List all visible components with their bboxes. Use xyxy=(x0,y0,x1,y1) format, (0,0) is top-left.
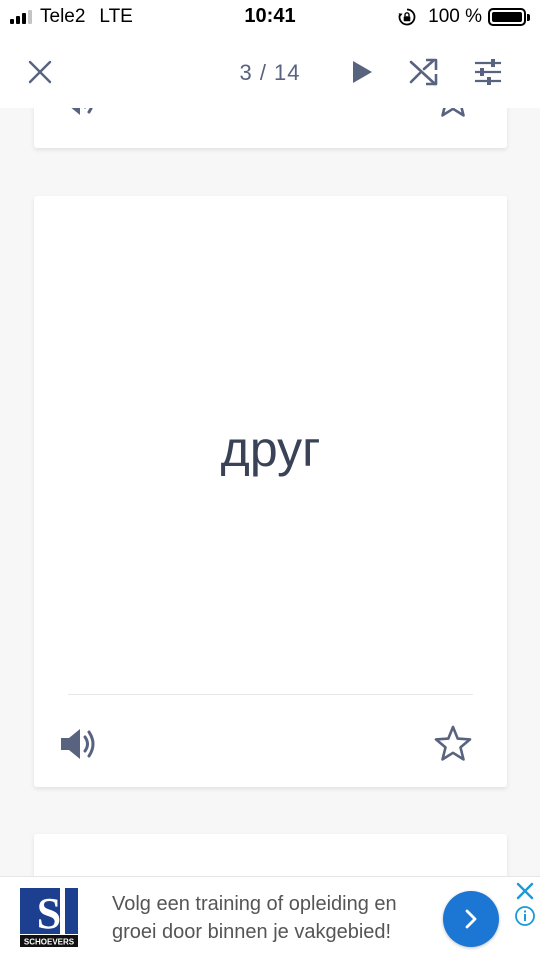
play-button[interactable] xyxy=(344,54,380,90)
battery-percent: 100 % xyxy=(428,6,482,27)
logo-brand: SCHOEVERS xyxy=(24,938,75,947)
speaker-icon[interactable] xyxy=(58,724,98,764)
card-divider xyxy=(68,694,473,695)
settings-sliders-icon xyxy=(475,59,501,85)
ad-info-icon[interactable] xyxy=(514,905,536,927)
chevron-right-icon xyxy=(465,909,477,929)
battery-icon xyxy=(488,8,530,26)
flashcard[interactable]: друг xyxy=(34,196,507,787)
settings-button[interactable] xyxy=(470,54,506,90)
ad-text[interactable]: Volg een training of opleiding en groei … xyxy=(112,890,432,946)
flashcards-toolbar: 3 / 14 xyxy=(0,36,540,108)
logo-letter: S xyxy=(37,889,61,938)
card-term: друг xyxy=(220,421,321,477)
ad-close-icon[interactable] xyxy=(514,880,536,902)
schoevers-logo[interactable]: S SCHOEVERS xyxy=(18,888,80,948)
shuffle-button[interactable] xyxy=(406,54,442,90)
play-icon xyxy=(353,61,372,83)
rotation-lock-icon xyxy=(398,8,416,26)
ad-open-button[interactable] xyxy=(443,891,499,947)
ad-banner: S SCHOEVERS Volg een training of opleidi… xyxy=(0,876,540,960)
star-icon[interactable] xyxy=(433,724,473,764)
close-icon xyxy=(28,60,52,84)
status-right: 100 % xyxy=(398,6,530,28)
close-button[interactable] xyxy=(22,54,58,90)
card-counter: 3 / 14 xyxy=(239,60,301,85)
shuffle-icon xyxy=(409,58,438,86)
status-bar: Tele2 LTE 10:41 100 % xyxy=(0,0,540,36)
